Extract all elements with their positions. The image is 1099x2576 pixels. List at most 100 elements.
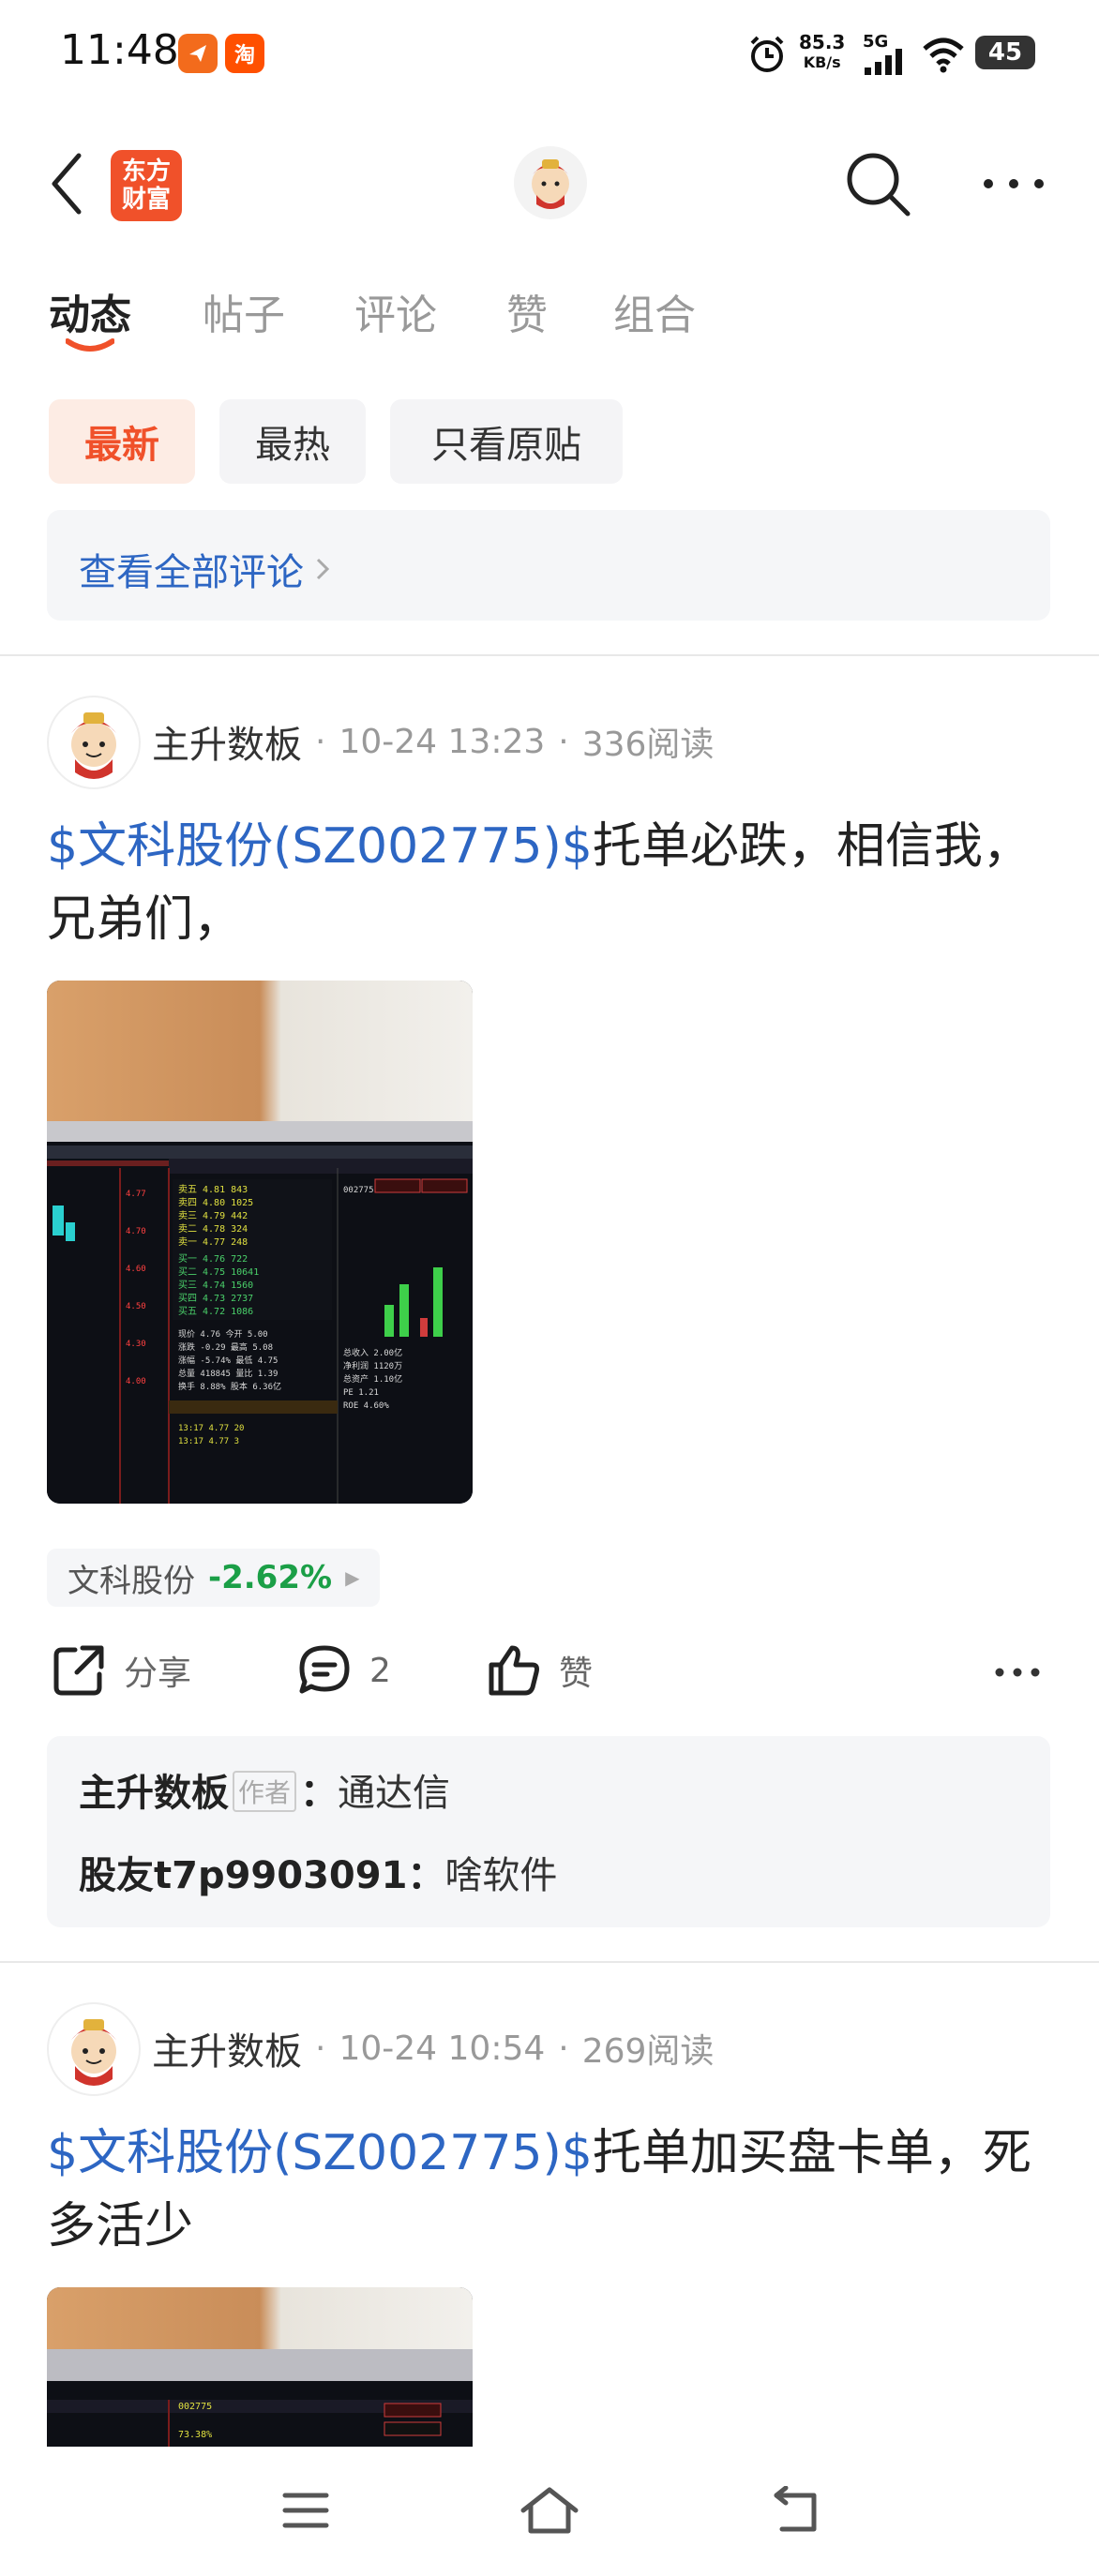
post-author-avatar[interactable] [47,696,141,789]
comment-count: 2 [369,1651,391,1690]
svg-text:73.38%: 73.38% [178,2430,212,2440]
svg-text:4.77: 4.77 [126,1190,146,1199]
net-speed-value: 85.3 [799,31,846,53]
divider [0,654,1099,656]
post-content[interactable]: $文科股份(SZ002775)$托单加买盘卡单，死多活少 [47,2117,1041,2263]
svg-text:13:17 4.77 3: 13:17 4.77 3 [178,1437,239,1446]
meta-dot: · [315,2029,326,2068]
like-label: 赞 [559,1655,594,1693]
filter-original-only[interactable]: 只看原贴 [390,399,623,484]
battery-indicator: 45 [975,36,1035,69]
stock-chip-change: -2.62% [208,1559,333,1596]
svg-text:买四 4.73 2737: 买四 4.73 2737 [178,1293,253,1304]
notification-app-icon [178,34,218,73]
home-icon[interactable] [518,2484,581,2537]
comment-user[interactable]: 主升数板 [79,1772,229,1815]
svg-text:卖二 4.78 324: 卖二 4.78 324 [178,1223,248,1235]
comment-item: 股友t7p9903091：啥软件 [79,1854,558,1897]
svg-text:卖四 4.80 1025: 卖四 4.80 1025 [178,1197,253,1208]
logo-line2: 财富 [121,186,171,214]
post-read-count: 269阅读 [581,2032,715,2071]
post-time: 10-24 10:54 [339,2029,546,2068]
svg-text:卖五 4.81 843: 卖五 4.81 843 [178,1184,248,1195]
svg-text:买五 4.72 1086: 买五 4.72 1086 [178,1306,253,1317]
system-nav-bar [0,2447,1099,2576]
share-label: 分享 [124,1655,192,1693]
comment-item: 主升数板 作者 ：通达信 [79,1771,451,1815]
caret-right-icon: ▶ [345,1566,360,1589]
comment-icon [299,1645,350,1694]
comment-user[interactable]: 股友t7p9903091 [79,1854,407,1897]
more-options-icon[interactable] [981,174,1046,193]
svg-text:净利润 1120万: 净利润 1120万 [343,1360,402,1371]
svg-text:4.60: 4.60 [126,1265,146,1274]
back-nav-icon[interactable] [769,2486,821,2537]
author-tag: 作者 [233,1771,297,1812]
back-arrow-icon[interactable] [49,152,86,216]
post-author-name[interactable]: 主升数板 [152,714,302,769]
post-author-avatar[interactable] [47,2002,141,2096]
svg-text:卖三 4.79 442: 卖三 4.79 442 [178,1210,248,1221]
filter-hottest[interactable]: 最热 [219,399,366,484]
stock-reference-link[interactable]: $文科股份(SZ002775)$ [47,2125,593,2181]
post-image[interactable]: 卖五 4.81 843 卖四 4.80 1025 卖三 4.79 442 卖二 … [47,981,473,1504]
share-button[interactable]: 分享 [51,1642,191,1699]
comment-text: 通达信 [338,1772,451,1815]
meta-dot: · [558,2029,569,2068]
svg-text:买三 4.74 1560: 买三 4.74 1560 [178,1280,253,1291]
tab-active-indicator [66,338,114,352]
post-content[interactable]: $文科股份(SZ002775)$托单必跌，相信我，兄弟们， [47,810,1041,956]
svg-text:002775: 002775 [178,2402,212,2412]
view-all-comments-link[interactable]: 查看全部评论 [79,542,330,596]
tab-likes[interactable]: 赞 [506,281,548,341]
previous-comments-box: 查看全部评论 [47,510,1050,621]
comment-button[interactable]: 2 [296,1642,391,1699]
svg-text:4.50: 4.50 [126,1302,146,1311]
like-button[interactable]: 赞 [486,1642,593,1699]
svg-text:总量 418845 量比 1.39: 总量 418845 量比 1.39 [178,1368,278,1379]
tab-dynamics[interactable]: 动态 [49,281,131,341]
wifi-icon [923,37,964,73]
meta-dot: · [315,722,326,761]
trading-terminal-photo: 卖五 4.81 843 卖四 4.80 1025 卖三 4.79 442 卖二 … [47,981,473,1504]
filter-latest[interactable]: 最新 [49,399,195,484]
tab-portfolio[interactable]: 组合 [613,281,696,341]
trading-terminal-photo: 002775 73.38% [47,2287,473,2447]
net-speed: 85.3 KB/s [799,32,845,73]
stock-chip-name: 文科股份 [68,1562,195,1600]
thumbs-up-icon [489,1645,539,1696]
svg-text:PE 1.21: PE 1.21 [343,1388,379,1398]
post-actions-bar: 分享 2 赞 [0,1642,1099,1702]
stock-chip[interactable]: 文科股份 -2.62% ▶ [47,1549,381,1607]
svg-text:买二 4.75 10641: 买二 4.75 10641 [178,1266,259,1278]
svg-text:002775: 002775 [343,1186,374,1195]
post-more-icon[interactable] [994,1665,1041,1680]
view-all-comments-label: 查看全部评论 [79,551,304,594]
share-icon [53,1645,104,1696]
tab-posts[interactable]: 帖子 [203,281,285,341]
logo-line1: 东方 [121,157,171,186]
divider [0,1961,1099,1963]
tab-comments[interactable]: 评论 [354,281,437,341]
caishen-avatar-icon [71,712,116,779]
stock-reference-link[interactable]: $文科股份(SZ002775)$ [47,818,593,875]
status-bar: 11:48 淘 85.3 KB/s 5G 45 [0,0,1099,112]
post-comments-box[interactable]: 主升数板 作者 ：通达信 股友t7p9903091：啥软件 [47,1736,1050,1927]
caishen-avatar-icon [71,2019,116,2086]
alarm-icon [750,36,784,72]
menu-icon[interactable] [281,2490,330,2531]
user-avatar-center[interactable] [514,146,587,219]
search-icon[interactable] [842,148,913,219]
svg-text:现价 4.76 今开 5.00: 现价 4.76 今开 5.00 [178,1328,268,1340]
post-header: 主升数板 · 10-24 13:23 · 336阅读 [152,714,714,769]
post-author-name[interactable]: 主升数板 [152,2021,302,2075]
post-image[interactable]: 002775 73.38% [47,2287,473,2447]
svg-text:卖一 4.77 248: 卖一 4.77 248 [178,1236,248,1248]
svg-text:买一 4.76 722: 买一 4.76 722 [178,1253,248,1265]
eastmoney-logo: 东方 财富 [111,150,182,221]
svg-text:4.30: 4.30 [126,1340,146,1349]
svg-text:4.70: 4.70 [126,1227,146,1236]
post-read-count: 336阅读 [581,726,715,764]
meta-dot: · [558,722,569,761]
net-speed-unit: KB/s [803,53,841,71]
